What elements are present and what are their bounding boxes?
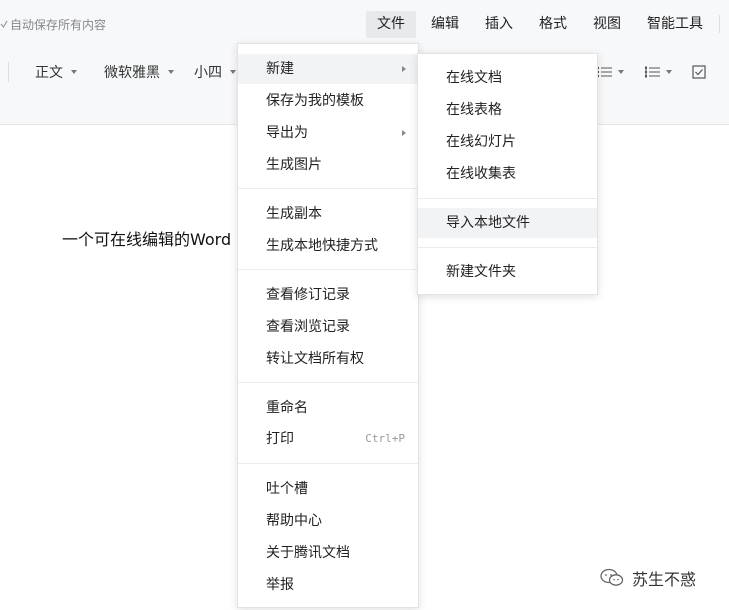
- wechat-icon: [600, 568, 624, 586]
- menu-item-label: 在线表格: [446, 102, 502, 118]
- new-submenu-item-import-local-file[interactable]: 导入本地文件: [418, 208, 597, 238]
- file-menu-item-save-as-template[interactable]: 保存为我的模板: [238, 86, 418, 116]
- menu-divider: [238, 269, 418, 270]
- menu-item-label: 查看修订记录: [266, 287, 350, 303]
- file-menu-item-transfer-ownership[interactable]: 转让文档所有权: [238, 344, 418, 374]
- file-menu-item-report[interactable]: 举报: [238, 570, 418, 600]
- document-body-text[interactable]: 一个可在线编辑的Word: [62, 226, 231, 250]
- new-submenu-item-online-doc[interactable]: 在线文档: [418, 63, 597, 93]
- checkbox-button[interactable]: [692, 62, 706, 82]
- new-submenu-item-online-sheet[interactable]: 在线表格: [418, 95, 597, 125]
- main-menu: 文件 编辑 插入 格式 视图 智能工具: [366, 11, 718, 38]
- font-size-dropdown[interactable]: 小四: [194, 62, 236, 82]
- menu-divider: [238, 463, 418, 464]
- menu-item-label: 查看浏览记录: [266, 319, 350, 335]
- chevron-right-icon: [402, 66, 406, 72]
- autosave-text: 自动保存所有内容: [10, 17, 107, 32]
- chevron-down-icon: [666, 70, 672, 74]
- check-icon: [0, 20, 8, 29]
- menu-item-label: 打印: [266, 431, 294, 447]
- menu-insert[interactable]: 插入: [474, 11, 524, 38]
- menu-item-label: 保存为我的模板: [266, 93, 364, 109]
- new-submenu: 在线文档 在线表格 在线幻灯片 在线收集表 导入本地文件 新建文件夹: [417, 53, 598, 295]
- chevron-down-icon: [230, 70, 236, 74]
- menu-item-label: 帮助中心: [266, 513, 322, 529]
- menu-item-label: 在线文档: [446, 70, 502, 86]
- menu-format[interactable]: 格式: [528, 11, 578, 38]
- file-menu-item-export-as[interactable]: 导出为: [238, 118, 418, 148]
- menu-item-label: 吐个槽: [266, 481, 308, 497]
- menu-item-label: 举报: [266, 577, 294, 593]
- file-menu-dropdown: 新建 保存为我的模板 导出为 生成图片 生成副本 生成本地快捷方式 查看修订记录…: [237, 43, 419, 608]
- file-menu-item-rename[interactable]: 重命名: [238, 393, 418, 423]
- menu-item-label: 生成本地快捷方式: [266, 238, 378, 254]
- menu-item-label: 生成副本: [266, 206, 322, 222]
- menu-divider: [418, 198, 597, 199]
- file-menu-item-feedback[interactable]: 吐个槽: [238, 474, 418, 504]
- menu-item-label: 关于腾讯文档: [266, 545, 350, 561]
- file-menu-item-make-copy[interactable]: 生成副本: [238, 199, 418, 229]
- bullet-list-button[interactable]: [597, 62, 624, 82]
- menu-divider: [418, 247, 597, 248]
- new-submenu-item-online-slides[interactable]: 在线幻灯片: [418, 127, 597, 157]
- chevron-down-icon: [618, 70, 624, 74]
- font-family-value: 微软雅黑: [104, 65, 160, 81]
- menu-item-label: 重命名: [266, 400, 308, 416]
- new-submenu-item-new-folder[interactable]: 新建文件夹: [418, 257, 597, 287]
- menu-item-label: 生成图片: [266, 157, 322, 173]
- chevron-down-icon: [168, 70, 174, 74]
- menu-smart-tools[interactable]: 智能工具: [636, 11, 714, 38]
- checkbox-icon: [692, 65, 706, 79]
- top-menu-bar: 自动保存所有内容 文件 编辑 插入 格式 视图 智能工具: [0, 0, 729, 48]
- menu-divider: [719, 15, 720, 33]
- font-family-dropdown[interactable]: 微软雅黑: [104, 62, 174, 82]
- chevron-right-icon: [402, 130, 406, 136]
- menu-item-label: 导入本地文件: [446, 215, 530, 231]
- file-menu-item-help-center[interactable]: 帮助中心: [238, 506, 418, 536]
- paragraph-style-dropdown[interactable]: 正文: [35, 62, 77, 82]
- numbered-list-icon: [645, 66, 660, 78]
- file-menu-item-new[interactable]: 新建: [238, 54, 418, 84]
- print-shortcut: Ctrl+P: [365, 432, 405, 445]
- menu-edit[interactable]: 编辑: [420, 11, 470, 38]
- menu-item-label: 在线幻灯片: [446, 134, 516, 150]
- file-menu-item-print[interactable]: 打印 Ctrl+P: [238, 424, 418, 454]
- menu-item-label: 在线收集表: [446, 166, 516, 182]
- file-menu-item-revision-history[interactable]: 查看修订记录: [238, 280, 418, 310]
- toolbar-divider: [8, 62, 9, 82]
- numbered-list-button[interactable]: [645, 62, 672, 82]
- menu-view[interactable]: 视图: [582, 11, 632, 38]
- file-menu-item-local-shortcut[interactable]: 生成本地快捷方式: [238, 231, 418, 261]
- autosave-status: 自动保存所有内容: [0, 15, 106, 33]
- watermark-text: 苏生不惑: [632, 570, 697, 589]
- font-size-value: 小四: [194, 65, 222, 81]
- file-menu-item-generate-image[interactable]: 生成图片: [238, 150, 418, 180]
- file-menu-item-view-history[interactable]: 查看浏览记录: [238, 312, 418, 342]
- menu-item-label: 导出为: [266, 125, 308, 141]
- menu-divider: [238, 188, 418, 189]
- watermark: 苏生不惑: [600, 566, 696, 590]
- bullet-list-icon: [597, 67, 612, 77]
- paragraph-style-value: 正文: [35, 65, 63, 81]
- menu-divider: [238, 382, 418, 383]
- file-menu-item-about[interactable]: 关于腾讯文档: [238, 538, 418, 568]
- chevron-down-icon: [71, 70, 77, 74]
- menu-item-label: 新建: [266, 61, 294, 77]
- new-submenu-item-online-form[interactable]: 在线收集表: [418, 159, 597, 189]
- menu-item-label: 转让文档所有权: [266, 351, 364, 367]
- menu-item-label: 新建文件夹: [446, 264, 516, 280]
- menu-file[interactable]: 文件: [366, 11, 416, 38]
